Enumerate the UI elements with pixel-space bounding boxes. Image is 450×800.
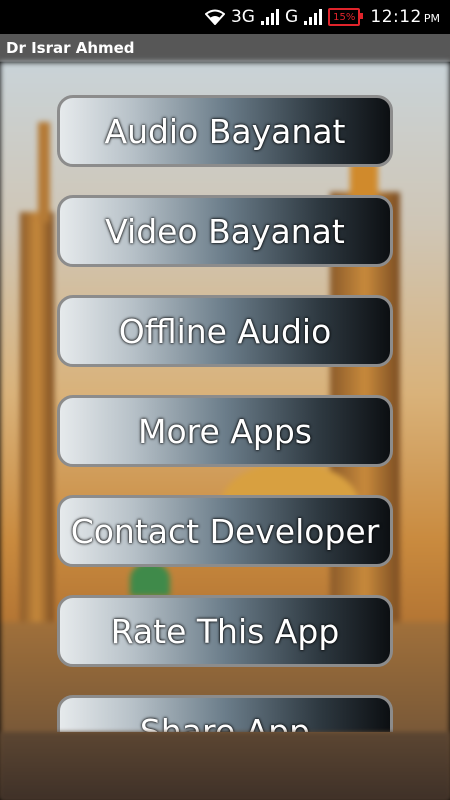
rate-this-app-button[interactable]: Rate This App: [57, 595, 393, 667]
app-title: Dr Israr Ahmed: [6, 38, 135, 57]
clock-time: 12:12: [370, 7, 422, 27]
network-type-1: 3G: [230, 7, 255, 27]
wifi-icon: [204, 9, 225, 25]
share-app-button[interactable]: Share App: [57, 695, 393, 732]
battery-icon: 15%: [328, 8, 364, 26]
network-type-2: G: [284, 7, 299, 27]
button-label: Rate This App: [110, 611, 340, 651]
button-label: Contact Developer: [70, 511, 380, 551]
button-label: Video Bayanat: [105, 211, 345, 251]
main-menu: Audio Bayanat Video Bayanat Offline Audi…: [0, 62, 450, 732]
button-label: Audio Bayanat: [104, 111, 346, 151]
clock-ampm: PM: [423, 12, 440, 25]
action-bar: Dr Israr Ahmed: [0, 34, 450, 62]
clock: 12:12 PM: [370, 7, 440, 27]
signal-icon: [260, 9, 279, 25]
status-bar: 3G G 15% 12:12 PM: [0, 0, 450, 34]
more-apps-button[interactable]: More Apps: [57, 395, 393, 467]
button-label: Offline Audio: [118, 311, 332, 351]
bottom-background: [0, 732, 450, 800]
battery-percent: 15%: [333, 11, 356, 23]
offline-audio-button[interactable]: Offline Audio: [57, 295, 393, 367]
video-bayanat-button[interactable]: Video Bayanat: [57, 195, 393, 267]
audio-bayanat-button[interactable]: Audio Bayanat: [57, 95, 393, 167]
app-screen: 3G G 15% 12:12 PM Dr Israr Ahmed Audio Ba…: [0, 0, 450, 800]
button-label: Share App: [139, 711, 311, 733]
button-label: More Apps: [138, 411, 312, 451]
contact-developer-button[interactable]: Contact Developer: [57, 495, 393, 567]
signal-icon: [304, 9, 323, 25]
